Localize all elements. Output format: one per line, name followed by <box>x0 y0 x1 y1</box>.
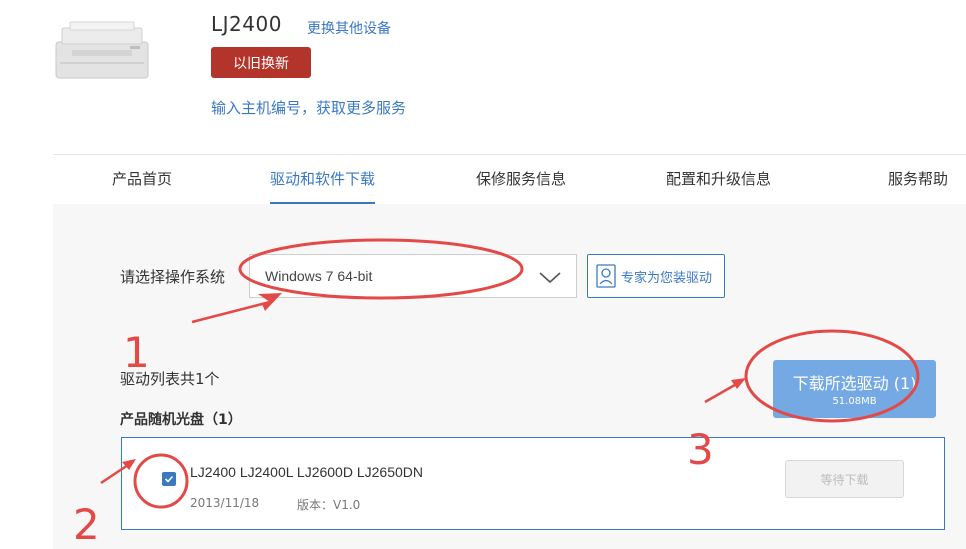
waiting-download-button: 等待下载 <box>785 460 904 498</box>
check-icon <box>164 475 174 483</box>
section-title: 产品随机光盘（1） <box>120 412 242 428</box>
tradein-button[interactable]: 以旧换新 <box>211 47 311 78</box>
serial-number-link[interactable]: 输入主机编号，获取更多服务 <box>211 97 406 118</box>
expert-icon <box>596 264 616 288</box>
product-title: LJ2400 <box>211 12 282 36</box>
annotation-number-1: 1 <box>123 328 150 377</box>
annotation-number-2: 2 <box>73 500 100 549</box>
expert-install-button[interactable]: 专家为您装驱动 <box>587 254 725 298</box>
annotation-number-3: 3 <box>687 425 714 474</box>
tab-config-upgrade[interactable]: 配置和升级信息 <box>666 155 771 204</box>
page: LJ2400 更换其他设备 以旧换新 输入主机编号，获取更多服务 产品首页 驱动… <box>0 0 966 549</box>
printer-image <box>55 21 149 79</box>
chevron-down-icon <box>539 272 561 284</box>
tab-drivers-software[interactable]: 驱动和软件下载 <box>270 155 376 204</box>
download-size: 51.08MB <box>832 396 877 407</box>
os-select-label: 请选择操作系统 <box>120 268 226 286</box>
change-device-link[interactable]: 更换其他设备 <box>307 18 391 38</box>
os-select-dropdown[interactable]: Windows 7 64-bit <box>249 254 577 298</box>
driver-date: 2013/11/18 <box>190 496 260 510</box>
download-button-label: 下载所选驱动 (1) <box>792 374 917 393</box>
download-selected-button[interactable]: 下载所选驱动 (1) 51.08MB <box>773 360 936 418</box>
driver-version: 版本：V1.0 <box>297 498 361 512</box>
os-selected-value: Windows 7 64-bit <box>265 268 373 284</box>
expert-install-label: 专家为您装驱动 <box>621 270 713 286</box>
tab-service-help[interactable]: 服务帮助 <box>888 155 948 204</box>
driver-checkbox[interactable] <box>162 472 176 486</box>
tab-bar: 产品首页 驱动和软件下载 保修服务信息 配置和升级信息 服务帮助 <box>53 154 966 204</box>
tab-warranty[interactable]: 保修服务信息 <box>476 155 566 204</box>
driver-name: LJ2400 LJ2400L LJ2600D LJ2650DN <box>190 464 423 480</box>
tab-product-home[interactable]: 产品首页 <box>112 155 172 204</box>
